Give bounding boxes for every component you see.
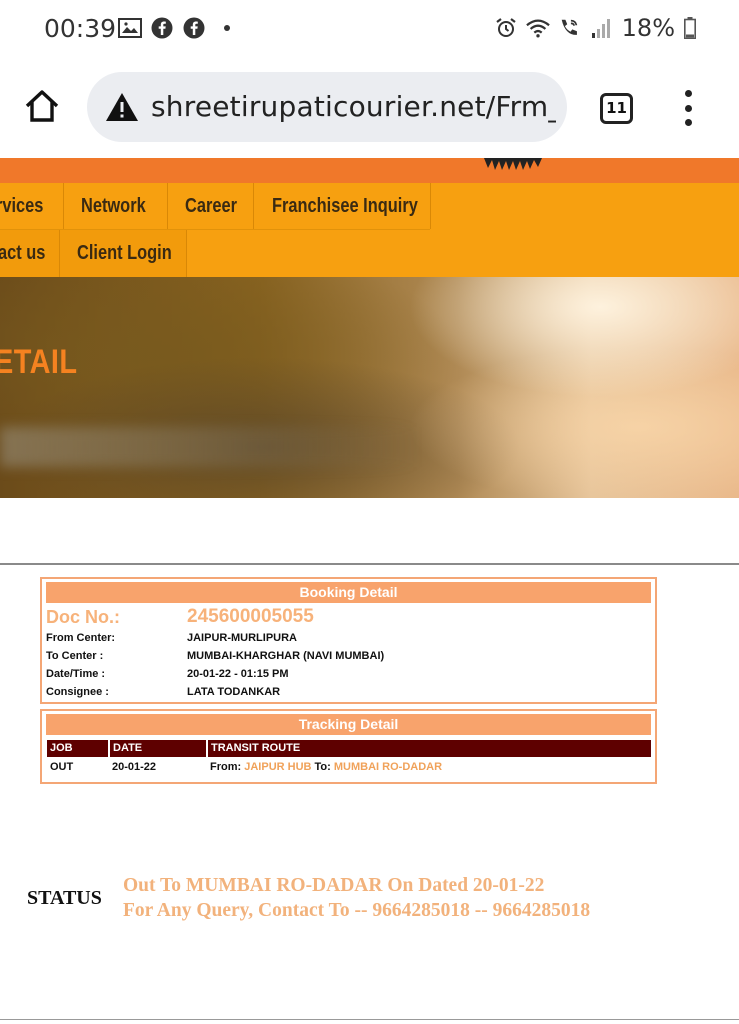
notification-icons bbox=[118, 16, 230, 40]
nav-separator bbox=[430, 183, 431, 229]
from-label: From: bbox=[210, 761, 242, 773]
bottom-divider bbox=[0, 1019, 739, 1020]
system-icons: 18% bbox=[494, 14, 697, 42]
nav-client-login[interactable]: Client Login bbox=[77, 230, 172, 276]
column-job: JOB bbox=[50, 742, 73, 754]
row-transit-route: From: JAIPUR HUB To: MUMBAI RO-DADAR bbox=[210, 761, 442, 773]
nav-divider bbox=[0, 229, 430, 230]
status-label: STATUS bbox=[27, 887, 102, 909]
contact-message: For Any Query, Contact To -- 9664285018 … bbox=[123, 900, 591, 921]
row-date: 20-01-22 bbox=[112, 761, 157, 773]
battery-percentage: 18% bbox=[621, 14, 675, 42]
status-message: Out To MUMBAI RO-DADAR On Dated 20-01-22 bbox=[123, 875, 545, 896]
to-center-value: MUMBAI-KHARGHAR (NAVI MUMBAI) bbox=[187, 650, 385, 662]
consignee-value: LATA TODANKAR bbox=[187, 686, 281, 698]
url-text[interactable]: shreetirupaticourier.net/Frm_ bbox=[151, 90, 556, 123]
nav-separator bbox=[167, 183, 168, 229]
site-header-strip bbox=[0, 158, 739, 183]
column-transit-route: TRANSIT ROUTE bbox=[211, 742, 301, 754]
hero-blur-band bbox=[0, 427, 420, 467]
wifi-icon bbox=[525, 16, 550, 40]
nav-separator bbox=[253, 183, 254, 229]
nav-network[interactable]: Network bbox=[81, 183, 146, 229]
to-center-label: To Center : bbox=[46, 650, 104, 662]
home-icon bbox=[25, 90, 59, 122]
nav-separator bbox=[63, 183, 64, 229]
date-time-label: Date/Time : bbox=[46, 668, 106, 680]
tab-switcher-button[interactable]: 11 bbox=[600, 93, 633, 124]
tracking-table-header: JOB DATE TRANSIT ROUTE bbox=[47, 740, 651, 757]
nav-separator bbox=[186, 230, 187, 277]
gallery-icon bbox=[118, 16, 142, 40]
tracking-detail-heading: Tracking Detail bbox=[46, 714, 651, 735]
more-options-button[interactable] bbox=[678, 90, 698, 126]
signal-icon bbox=[590, 16, 614, 40]
warning-icon[interactable] bbox=[105, 91, 139, 123]
facebook-icon bbox=[150, 16, 174, 40]
status-bar: 00:39 18% bbox=[0, 0, 739, 60]
site-navigation: rvices Network Career Franchisee Inquiry… bbox=[0, 183, 739, 277]
consignee-label: Consignee : bbox=[46, 686, 109, 698]
divider bbox=[0, 563, 739, 565]
row-job: OUT bbox=[50, 761, 74, 773]
from-center-label: From Center: bbox=[46, 632, 116, 644]
to-label: To: bbox=[314, 761, 331, 773]
wifi-call-icon bbox=[558, 16, 582, 40]
battery-icon bbox=[683, 16, 697, 40]
nav-franchisee-inquiry[interactable]: Franchisee Inquiry bbox=[272, 183, 418, 229]
dot-icon bbox=[224, 25, 230, 31]
doc-number-value: 245600005055 bbox=[187, 606, 314, 627]
home-button[interactable] bbox=[22, 86, 62, 126]
logo-fragment bbox=[484, 158, 542, 170]
tracking-detail-panel: Tracking Detail JOB DATE TRANSIT ROUTE O… bbox=[40, 709, 657, 784]
date-time-value: 20-01-22 - 01:15 PM bbox=[187, 668, 289, 680]
from-center-value: JAIPUR-MURLIPURA bbox=[187, 632, 297, 644]
nav-services[interactable]: rvices bbox=[0, 183, 43, 229]
to-location: MUMBAI RO-DADAR bbox=[333, 761, 443, 773]
column-date: DATE bbox=[113, 742, 143, 754]
booking-detail-heading: Booking Detail bbox=[46, 582, 651, 603]
nav-separator bbox=[59, 230, 60, 277]
facebook-icon bbox=[182, 16, 206, 40]
nav-career[interactable]: Career bbox=[185, 183, 237, 229]
booking-detail-panel: Booking Detail Doc No.: 245600005055 Fro… bbox=[40, 577, 657, 704]
address-bar[interactable]: shreetirupaticourier.net/Frm_ bbox=[87, 72, 567, 142]
hero-banner: ETAIL bbox=[0, 277, 739, 498]
from-location: JAIPUR HUB bbox=[244, 761, 312, 773]
nav-contact-us[interactable]: act us bbox=[0, 230, 45, 276]
alarm-icon bbox=[494, 16, 518, 40]
browser-toolbar: shreetirupaticourier.net/Frm_ 11 bbox=[0, 60, 739, 158]
hero-title: ETAIL bbox=[0, 343, 78, 381]
doc-number-label: Doc No.: bbox=[46, 607, 120, 627]
clock: 00:39 bbox=[44, 14, 117, 43]
